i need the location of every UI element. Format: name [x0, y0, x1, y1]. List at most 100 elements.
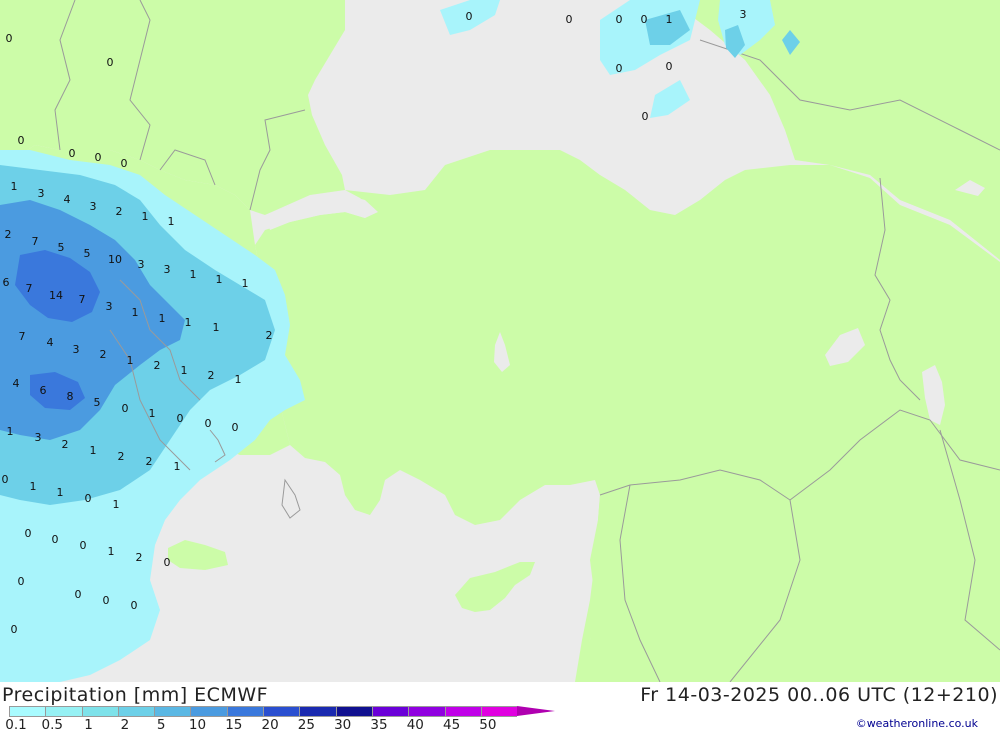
- legend-label: 30: [334, 717, 352, 733]
- legend-label: 5: [156, 717, 166, 733]
- precip-value: 2: [116, 205, 123, 218]
- precip-value: 1: [108, 545, 115, 558]
- precip-value: 6: [40, 384, 47, 397]
- precip-value: 7: [79, 293, 86, 306]
- precip-value: 5: [58, 241, 65, 254]
- precip-value: 0: [616, 13, 623, 26]
- precip-value: 4: [64, 193, 71, 206]
- legend-label: 2: [120, 717, 130, 733]
- legend-label: 15: [225, 717, 243, 733]
- precip-value: 1: [127, 354, 134, 367]
- map-title: Precipitation [mm] ECMWF: [2, 684, 269, 706]
- precip-value: 7: [19, 330, 26, 343]
- precip-value: 1: [7, 425, 14, 438]
- color-legend: [9, 706, 556, 717]
- precip-value: 0: [205, 417, 212, 430]
- precip-value: 0: [103, 594, 110, 607]
- precip-value: 0: [11, 623, 18, 636]
- precip-value: 2: [146, 455, 153, 468]
- legend-label: 25: [297, 717, 315, 733]
- legend-arrow: [517, 706, 556, 716]
- precip-value: 1: [666, 13, 673, 26]
- precip-value: 0: [566, 13, 573, 26]
- precip-value: 1: [159, 312, 166, 325]
- legend-swatch: [299, 706, 336, 717]
- precip-value: 3: [90, 200, 97, 213]
- precip-value: 1: [185, 316, 192, 329]
- precip-value: 1: [132, 306, 139, 319]
- precip-value: 0: [122, 402, 129, 415]
- legend-swatch: [444, 706, 481, 717]
- precip-value: 0: [107, 56, 114, 69]
- credit-link[interactable]: ©weatheronline.co.uk: [856, 717, 978, 730]
- precip-value: 1: [168, 215, 175, 228]
- precip-value: 0: [616, 62, 623, 75]
- legend-label: 10: [188, 717, 207, 733]
- precip-value: 0: [18, 575, 25, 588]
- legend-label: 40: [406, 717, 424, 733]
- precip-value: 2: [136, 551, 143, 564]
- precip-value: 0: [80, 539, 87, 552]
- legend-swatch: [117, 706, 155, 717]
- valid-time: Fr 14-03-2025 00..06 UTC (12+210): [640, 684, 998, 706]
- precip-value: 1: [242, 277, 249, 290]
- precip-value: 0: [466, 10, 473, 23]
- precip-value: 1: [213, 321, 220, 334]
- precip-value: 3: [138, 258, 145, 271]
- precip-value: 7: [32, 235, 39, 248]
- map-footer: Precipitation [mm] ECMWF Fr 14-03-2025 0…: [0, 682, 1000, 733]
- legend-label: 0.5: [41, 717, 64, 733]
- precip-value: 1: [149, 407, 156, 420]
- precip-value: 1: [142, 210, 149, 223]
- precip-value: 3: [73, 343, 80, 356]
- precip-value: 0: [641, 13, 648, 26]
- precip-value: 0: [85, 492, 92, 505]
- precip-value: 1: [30, 480, 37, 493]
- precip-value: 0: [25, 527, 32, 540]
- precip-value: 6: [3, 276, 10, 289]
- legend-labels: 0.1 0.5 1 2 5 10 15 20 25 30 35 40 45 50: [0, 717, 520, 733]
- precipitation-map: 0 0 0 0 1 3 0 0 0 0 0 0 0 0 0 1 3 4 3 2 …: [0, 0, 1000, 682]
- precip-value: 2: [208, 369, 215, 382]
- precip-value: 10: [108, 253, 122, 266]
- legend-label: 0.1: [5, 717, 27, 733]
- precip-value: 0: [666, 60, 673, 73]
- legend-label: 50: [479, 717, 497, 733]
- precip-value: 2: [154, 359, 161, 372]
- precip-value: 0: [69, 147, 76, 160]
- precip-value: 1: [190, 268, 197, 281]
- precip-value: 0: [131, 599, 138, 612]
- legend-label: 45: [443, 717, 461, 733]
- precip-value: 2: [266, 329, 273, 342]
- precip-value: 2: [118, 450, 125, 463]
- legend-label: 20: [261, 717, 279, 733]
- legend-swatch: [263, 706, 300, 717]
- precip-value: 1: [174, 460, 181, 473]
- precip-value: 3: [38, 187, 45, 200]
- precip-value: 0: [232, 421, 239, 434]
- precip-value: 1: [181, 364, 188, 377]
- precip-value: 3: [740, 8, 747, 21]
- precip-value: 2: [5, 228, 12, 241]
- precip-value: 1: [216, 273, 223, 286]
- precip-value: 1: [235, 373, 242, 386]
- precip-value: 2: [100, 348, 107, 361]
- precip-value: 0: [95, 151, 102, 164]
- precip-value: 1: [90, 444, 97, 457]
- precip-value: 0: [121, 157, 128, 170]
- precip-value: 8: [67, 390, 74, 403]
- precip-value: 0: [2, 473, 9, 486]
- precip-value: 0: [75, 588, 82, 601]
- legend-swatch: [154, 706, 191, 717]
- legend-swatch: [9, 706, 46, 717]
- legend-swatch: [226, 706, 264, 717]
- precip-value: 0: [177, 412, 184, 425]
- precip-value: 0: [642, 110, 649, 123]
- legend-swatch: [480, 706, 518, 717]
- precip-value: 5: [94, 396, 101, 409]
- precip-value: 3: [35, 431, 42, 444]
- precip-value: 5: [84, 247, 91, 260]
- precip-value: 1: [11, 180, 18, 193]
- precip-value: 1: [57, 486, 64, 499]
- precip-value: 7: [26, 282, 33, 295]
